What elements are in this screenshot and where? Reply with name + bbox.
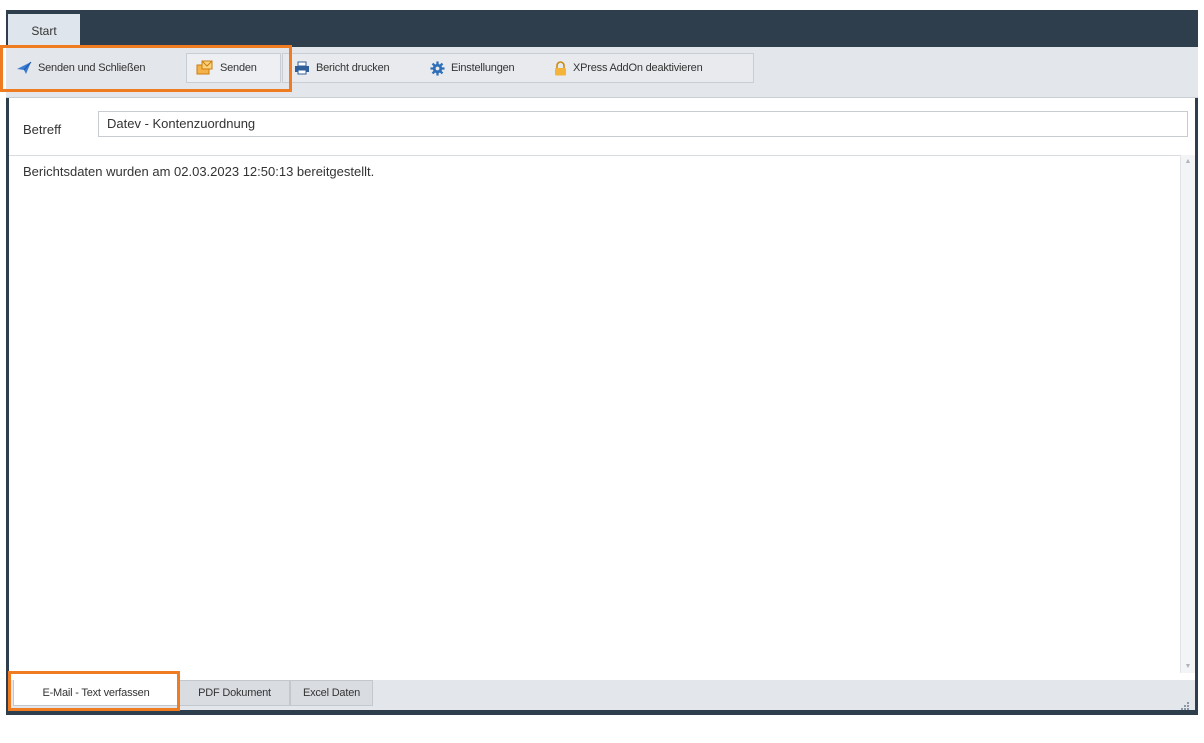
tab-start[interactable]: Start — [8, 14, 80, 47]
mail-body-text: Berichtsdaten wurden am 02.03.2023 12:50… — [23, 164, 375, 179]
scroll-down-icon[interactable]: ▼ — [1181, 663, 1195, 670]
gear-icon — [430, 60, 445, 76]
settings-button[interactable]: Einstellungen — [424, 55, 520, 81]
resize-grip-icon[interactable] — [1180, 701, 1190, 711]
mail-body-editor[interactable]: Berichtsdaten wurden am 02.03.2023 12:50… — [9, 155, 1195, 681]
printer-icon — [294, 61, 310, 75]
print-report-label: Bericht drucken — [316, 62, 390, 74]
lock-icon — [554, 60, 567, 76]
tab-pdf-document[interactable]: PDF Dokument — [179, 680, 290, 706]
status-bar — [6, 710, 1198, 715]
scroll-up-icon[interactable]: ▲ — [1181, 158, 1195, 165]
tab-excel-data[interactable]: Excel Daten — [290, 680, 373, 706]
report-mail-window: Start Senden und Schließen Senden Berich… — [6, 10, 1198, 715]
settings-label: Einstellungen — [451, 62, 515, 74]
deactivate-addon-button[interactable]: XPress AddOn deaktivieren — [548, 55, 709, 81]
highlight-send-buttons — [0, 45, 292, 92]
print-report-button[interactable]: Bericht drucken — [288, 55, 395, 81]
bottom-tabstrip: E-Mail - Text verfassen PDF Dokument Exc… — [9, 680, 1195, 710]
vertical-scrollbar[interactable]: ▲ ▼ — [1180, 155, 1195, 673]
subject-input[interactable]: Datev - Kontenzuordnung — [98, 111, 1188, 137]
ribbon-tabstrip: Start — [6, 10, 1198, 47]
mail-compose-panel: Betreff Datev - Kontenzuordnung Berichts… — [9, 98, 1195, 680]
highlight-email-tab — [8, 671, 180, 711]
subject-label: Betreff — [23, 122, 62, 137]
deactivate-addon-label: XPress AddOn deaktivieren — [573, 62, 703, 74]
